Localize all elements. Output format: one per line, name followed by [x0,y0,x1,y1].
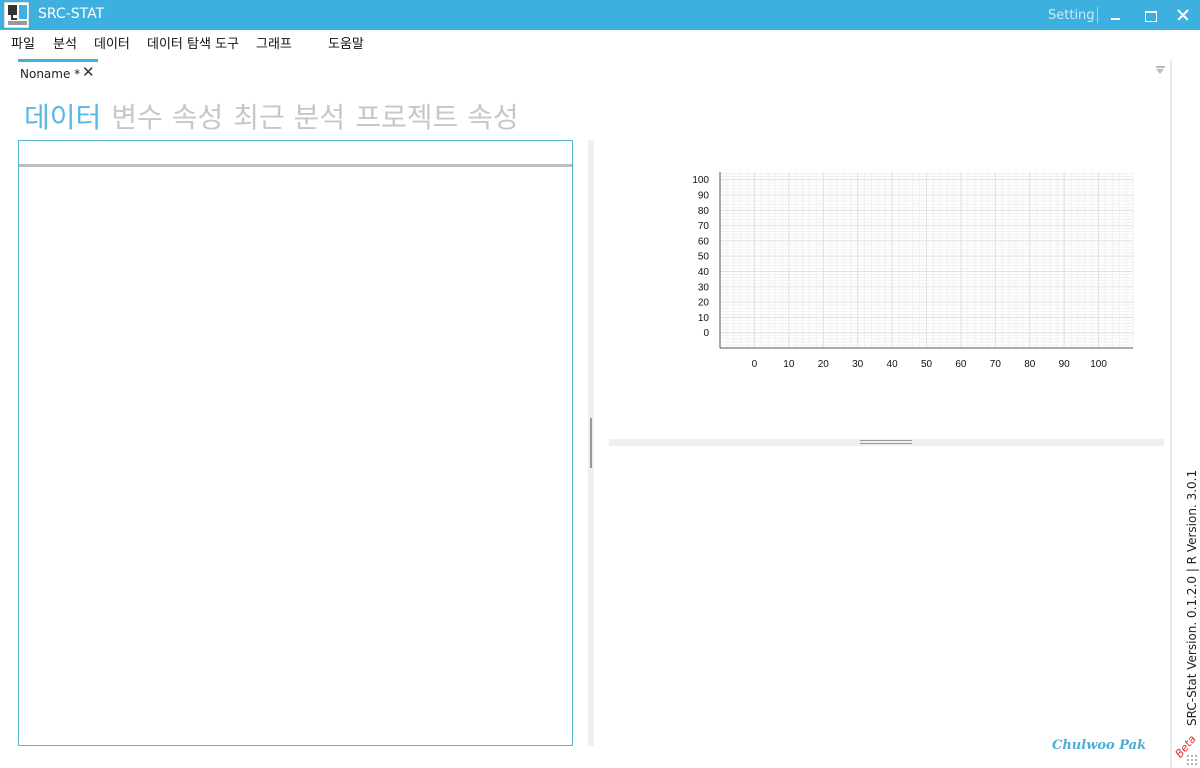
horizontal-splitter[interactable] [609,439,1164,446]
empty-scatter-chart: 0 10 20 30 40 50 60 70 80 90 100 0 10 20 30 40 50 60 70 80 9… [692,172,1134,370]
app-window: SRC-STAT Setting 파일 분석 데이터 데이터 탐색 도구 그래프… [0,0,1200,768]
chart-y-tick-label: 0 [703,328,709,339]
title-bar: SRC-STAT Setting [0,0,1200,30]
chart-y-tick-label: 50 [698,252,710,263]
author-signature: Chulwoo Pak [1052,738,1147,753]
chart-y-tick-label: 60 [698,236,710,247]
chart-x-tick-label: 30 [852,359,864,370]
section-tabs: 데이터 변수 속성 최근 분석 프로젝트 속성 [24,96,529,134]
chart-y-tick-label: 40 [698,267,710,278]
tab-close-icon[interactable]: ✕ [82,63,95,81]
chart-y-tick-label: 10 [698,313,710,324]
document-tab-label: Noname * [20,67,81,81]
chart-x-tick-label: 40 [887,359,899,370]
chart-x-tick-label: 90 [1059,359,1071,370]
chart-x-tick-label: 70 [990,359,1002,370]
chart-x-tick-label: 50 [921,359,933,370]
chart-x-tick-label: 80 [1024,359,1036,370]
chart-y-tick-label: 80 [698,206,710,217]
tab-recent-analysis[interactable]: 최근 분석 [233,96,345,136]
app-logo [4,2,29,28]
menu-data-explore-tools[interactable]: 데이터 탐색 도구 [147,33,239,52]
right-sidebar-border [1170,60,1172,768]
document-tab[interactable]: Noname * ✕ [18,59,98,84]
resize-grip-icon[interactable] [1186,754,1198,766]
menu-file[interactable]: 파일 [11,33,35,52]
vertical-splitter-grip-icon [590,418,592,468]
chart-y-tick-label: 100 [692,175,709,186]
data-grid-header [19,141,572,167]
menu-data[interactable]: 데이터 [94,33,130,52]
chart-x-tick-label: 100 [1090,359,1107,370]
menu-analysis[interactable]: 분석 [53,33,77,52]
vertical-splitter[interactable] [588,140,594,746]
minimize-icon[interactable] [1107,6,1125,24]
chart-x-tick-label: 0 [752,359,758,370]
menu-help[interactable]: 도움말 [328,33,364,52]
tab-variable-properties[interactable]: 변수 속성 [111,96,223,136]
chart-y-tick-label: 20 [698,298,710,309]
horizontal-splitter-grip-icon [860,440,912,444]
setting-button[interactable]: Setting [1048,8,1095,23]
chart-x-tick-label: 60 [955,359,967,370]
chart-y-tick-label: 70 [698,221,710,232]
close-window-icon[interactable] [1174,6,1192,24]
data-grid-pane[interactable] [18,140,573,746]
menu-bar: 파일 분석 데이터 데이터 탐색 도구 그래프 도움말 [0,30,1200,54]
chart-y-tick-label: 90 [698,190,710,201]
chart-x-tick-label: 10 [783,359,795,370]
chart-y-tick-label: 30 [698,282,710,293]
tab-project-properties[interactable]: 프로젝트 속성 [355,96,518,136]
title-separator [1097,7,1098,23]
version-info: SRC-Stat Version. 0.1.2.0 | R Version. 3… [1185,469,1199,726]
maximize-icon[interactable] [1141,6,1159,24]
app-title: SRC-STAT [38,6,105,22]
chart-x-tick-label: 20 [818,359,830,370]
menu-graph[interactable]: 그래프 [256,33,292,52]
tab-overflow-icon[interactable] [1156,66,1165,75]
tab-data[interactable]: 데이터 [24,96,101,136]
